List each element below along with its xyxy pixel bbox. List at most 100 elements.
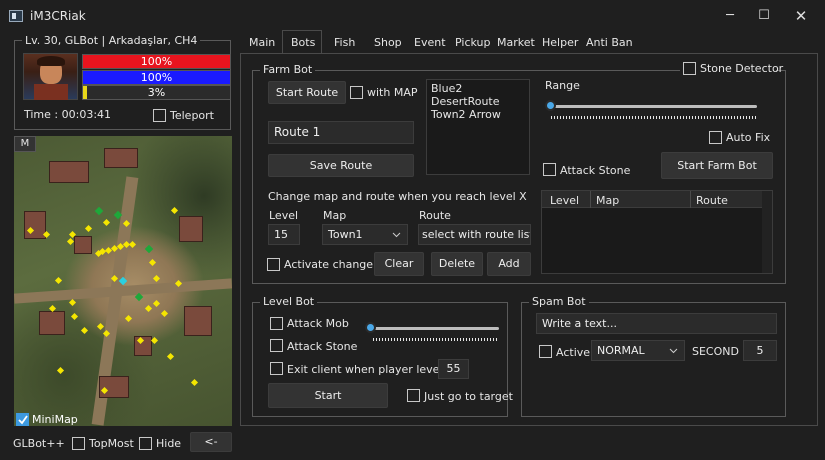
exit-client-label: Exit client when player level is (287, 363, 455, 376)
tab-fish[interactable]: Fish (334, 34, 355, 51)
topmost-checkbox[interactable] (72, 437, 85, 450)
start-farm-bot-button[interactable]: Start Farm Bot (661, 152, 773, 179)
character-avatar (23, 53, 78, 100)
minimap-label: MiniMap (32, 413, 78, 426)
brand-label: GLBot++ (13, 437, 65, 450)
level-slider-track[interactable] (373, 327, 499, 330)
table-scrollbar[interactable] (762, 191, 772, 273)
tab-pickup[interactable]: Pickup (455, 34, 490, 51)
close-button[interactable]: ✕ (787, 6, 815, 26)
column-route[interactable]: Route (696, 194, 728, 207)
column-divider (690, 191, 691, 208)
clear-button[interactable]: Clear (374, 252, 424, 276)
map-building (184, 306, 212, 336)
list-item[interactable]: Blue2 (431, 82, 525, 95)
add-button[interactable]: Add (487, 252, 531, 276)
range-label: Range (545, 79, 580, 92)
list-item[interactable]: DesertRoute (431, 95, 525, 108)
column-level[interactable]: Level (550, 194, 579, 207)
exp-fill (83, 86, 88, 99)
level-attack-stone-checkbox[interactable] (270, 339, 283, 352)
auto-fix-checkbox[interactable] (709, 131, 722, 144)
minimap-m-button[interactable]: M (14, 136, 36, 152)
tab-shop[interactable]: Shop (374, 34, 402, 51)
attack-stone-label: Attack Stone (560, 164, 631, 177)
start-route-button[interactable]: Start Route (268, 81, 346, 104)
spam-text-input[interactable]: Write a text... (536, 313, 777, 334)
list-item[interactable]: Town2 Arrow (431, 108, 525, 121)
level-slider-thumb[interactable] (365, 322, 376, 333)
with-map-label: with MAP (367, 86, 418, 99)
spam-mode-value: NORMAL (597, 344, 645, 357)
change-map-description: Change map and route when you reach leve… (268, 190, 527, 203)
exit-client-checkbox[interactable] (270, 362, 283, 375)
route-select-input[interactable]: select with route list (418, 224, 531, 245)
hide-label: Hide (156, 437, 182, 450)
route-header: Route (419, 209, 451, 222)
mp-bar: 100% (82, 70, 231, 85)
level-slider-ticks (373, 338, 499, 341)
tab-main[interactable]: Main (249, 34, 275, 51)
level-change-table[interactable]: Level Map Route (541, 190, 773, 274)
topmost-label: TopMost (89, 437, 134, 450)
tab-helper[interactable]: Helper (542, 34, 578, 51)
level-header: Level (269, 209, 299, 222)
with-map-checkbox[interactable] (350, 86, 363, 99)
route-name-input[interactable]: Route 1 (268, 121, 414, 144)
character-info-label: Lv. 30, GLBot | Arkadaşlar, CH4 (22, 34, 201, 47)
farm-bot-title: Farm Bot (260, 63, 316, 76)
hp-text: 100% (140, 55, 173, 68)
minimize-button[interactable]: ─ (716, 6, 744, 26)
spam-mode-select[interactable]: NORMAL (591, 340, 685, 361)
map-building (74, 236, 92, 254)
tab-anti-ban[interactable]: Anti Ban (586, 34, 633, 51)
attack-mob-checkbox[interactable] (270, 317, 283, 330)
stone-detector-checkbox[interactable] (683, 62, 696, 75)
attack-mob-label: Attack Mob (287, 317, 349, 330)
tab-bots[interactable]: Bots (291, 34, 315, 51)
auto-fix-label: Auto Fix (726, 131, 771, 144)
map-building (104, 148, 138, 168)
exit-level-input[interactable]: 55 (438, 359, 469, 379)
app-icon (9, 10, 23, 22)
collapse-button[interactable]: <- (190, 432, 232, 452)
minimap-checkbox[interactable] (16, 413, 29, 426)
teleport-label: Teleport (170, 109, 214, 122)
maximize-button[interactable]: ☐ (750, 6, 778, 26)
map-building (39, 311, 65, 335)
level-start-button[interactable]: Start (268, 383, 388, 408)
change-level-input[interactable]: 15 (268, 224, 300, 245)
teleport-checkbox[interactable] (153, 109, 166, 122)
just-go-to-target-checkbox[interactable] (407, 389, 420, 402)
mp-text: 100% (140, 71, 173, 84)
save-route-button[interactable]: Save Route (268, 154, 414, 177)
map-building (49, 161, 89, 183)
range-slider-thumb[interactable] (545, 100, 556, 111)
play-time: Time : 00:03:41 (24, 108, 112, 121)
minimap[interactable] (14, 136, 232, 426)
spam-active-checkbox[interactable] (539, 345, 552, 358)
map-select-value: Town1 (328, 228, 363, 241)
just-go-to-target-label: Just go to target (424, 390, 513, 403)
exp-text: 3% (147, 86, 166, 99)
range-slider-track[interactable] (551, 105, 757, 108)
tab-market[interactable]: Market (497, 34, 535, 51)
second-input[interactable]: 5 (743, 340, 777, 361)
map-select[interactable]: Town1 (322, 224, 408, 245)
delete-button[interactable]: Delete (431, 252, 483, 276)
hp-bar: 100% (82, 54, 231, 69)
map-building (179, 216, 203, 242)
hide-checkbox[interactable] (139, 437, 152, 450)
title-bar (0, 0, 825, 32)
spam-active-label: Active (556, 346, 591, 359)
exp-bar: 3% (82, 85, 231, 100)
route-list[interactable]: Blue2 DesertRoute Town2 Arrow (426, 79, 530, 175)
activate-changer-checkbox[interactable] (267, 258, 280, 271)
column-map[interactable]: Map (596, 194, 619, 207)
tab-event[interactable]: Event (414, 34, 446, 51)
level-bot-title: Level Bot (260, 295, 318, 308)
range-slider-ticks (551, 116, 757, 119)
chevron-down-icon (392, 232, 401, 238)
attack-stone-checkbox[interactable] (543, 163, 556, 176)
spam-bot-title: Spam Bot (529, 295, 589, 308)
